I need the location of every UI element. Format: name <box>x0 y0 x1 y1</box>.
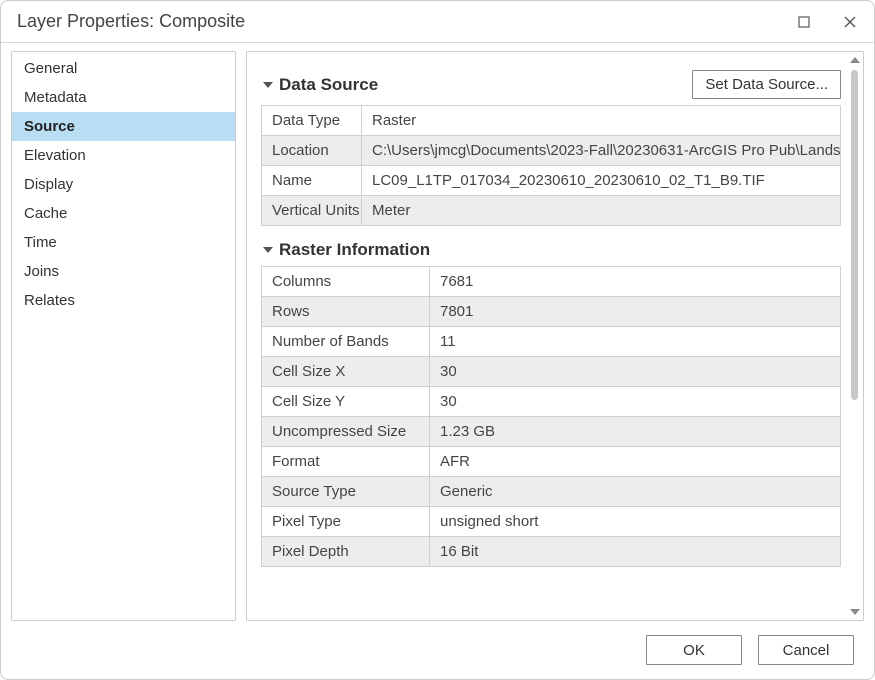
prop-value: 30 <box>430 357 841 387</box>
prop-value: 11 <box>430 327 841 357</box>
window-controls <box>792 10 862 34</box>
sidebar-item-source[interactable]: Source <box>12 112 235 141</box>
table-row: Uncompressed Size 1.23 GB <box>262 417 841 447</box>
prop-value: Generic <box>430 477 841 507</box>
sidebar-item-cache[interactable]: Cache <box>12 199 235 228</box>
table-row: Cell Size Y 30 <box>262 387 841 417</box>
sidebar: General Metadata Source Elevation Displa… <box>11 51 236 621</box>
table-row: Name LC09_L1TP_017034_20230610_20230610_… <box>262 166 841 196</box>
chevron-down-icon <box>261 80 275 90</box>
cancel-button[interactable]: Cancel <box>758 635 854 665</box>
sidebar-item-joins[interactable]: Joins <box>12 257 235 286</box>
table-row: Location C:\Users\jmcg\Documents\2023-Fa… <box>262 136 841 166</box>
prop-value: C:\Users\jmcg\Documents\2023-Fall\202306… <box>362 136 841 166</box>
set-data-source-button[interactable]: Set Data Source... <box>692 70 841 99</box>
prop-label: Cell Size Y <box>262 387 430 417</box>
close-icon <box>843 15 857 29</box>
scroll-down-icon[interactable] <box>847 604 863 620</box>
section-header-raster-info[interactable]: Raster Information <box>261 240 841 260</box>
maximize-icon <box>798 16 810 28</box>
table-row: Data Type Raster <box>262 106 841 136</box>
prop-label: Number of Bands <box>262 327 430 357</box>
section-title-raster-info: Raster Information <box>279 240 841 260</box>
prop-value: unsigned short <box>430 507 841 537</box>
titlebar: Layer Properties: Composite <box>1 1 874 43</box>
ok-button[interactable]: OK <box>646 635 742 665</box>
prop-label: Data Type <box>262 106 362 136</box>
prop-label: Columns <box>262 267 430 297</box>
prop-value: Raster <box>362 106 841 136</box>
section-title-data-source: Data Source <box>279 75 692 95</box>
table-row: Pixel Depth 16 Bit <box>262 537 841 567</box>
table-row: Format AFR <box>262 447 841 477</box>
raster-info-table: Columns 7681 Rows 7801 Number of Bands 1… <box>261 266 841 567</box>
chevron-down-icon <box>261 245 275 255</box>
close-button[interactable] <box>838 10 862 34</box>
prop-label: Format <box>262 447 430 477</box>
sidebar-item-metadata[interactable]: Metadata <box>12 83 235 112</box>
prop-value: Meter <box>362 196 841 226</box>
table-row: Cell Size X 30 <box>262 357 841 387</box>
dialog-footer: OK Cancel <box>1 621 874 679</box>
prop-label: Cell Size X <box>262 357 430 387</box>
sidebar-item-relates[interactable]: Relates <box>12 286 235 315</box>
prop-label: Uncompressed Size <box>262 417 430 447</box>
content-scroll-area: Data Source Set Data Source... Data Type… <box>247 52 847 620</box>
dialog-window: Layer Properties: Composite General Meta… <box>0 0 875 680</box>
table-row: Pixel Type unsigned short <box>262 507 841 537</box>
table-row: Number of Bands 11 <box>262 327 841 357</box>
sidebar-item-general[interactable]: General <box>12 54 235 83</box>
prop-label: Source Type <box>262 477 430 507</box>
prop-label: Name <box>262 166 362 196</box>
prop-value: AFR <box>430 447 841 477</box>
table-row: Source Type Generic <box>262 477 841 507</box>
prop-value: 30 <box>430 387 841 417</box>
scroll-thumb[interactable] <box>851 70 858 400</box>
prop-label: Rows <box>262 297 430 327</box>
sidebar-item-elevation[interactable]: Elevation <box>12 141 235 170</box>
vertical-scrollbar[interactable] <box>847 52 863 620</box>
prop-label: Vertical Units <box>262 196 362 226</box>
sidebar-item-display[interactable]: Display <box>12 170 235 199</box>
prop-label: Pixel Type <box>262 507 430 537</box>
maximize-button[interactable] <box>792 10 816 34</box>
table-row: Vertical Units Meter <box>262 196 841 226</box>
prop-value: 16 Bit <box>430 537 841 567</box>
prop-value: LC09_L1TP_017034_20230610_20230610_02_T1… <box>362 166 841 196</box>
table-row: Columns 7681 <box>262 267 841 297</box>
scroll-up-icon[interactable] <box>847 52 863 68</box>
prop-label: Location <box>262 136 362 166</box>
content-panel: Data Source Set Data Source... Data Type… <box>246 51 864 621</box>
prop-value: 1.23 GB <box>430 417 841 447</box>
section-header-data-source[interactable]: Data Source Set Data Source... <box>261 70 841 99</box>
dialog-body: General Metadata Source Elevation Displa… <box>1 43 874 621</box>
prop-value: 7681 <box>430 267 841 297</box>
prop-value: 7801 <box>430 297 841 327</box>
prop-label: Pixel Depth <box>262 537 430 567</box>
table-row: Rows 7801 <box>262 297 841 327</box>
data-source-table: Data Type Raster Location C:\Users\jmcg\… <box>261 105 841 226</box>
sidebar-item-time[interactable]: Time <box>12 228 235 257</box>
window-title: Layer Properties: Composite <box>17 11 792 32</box>
